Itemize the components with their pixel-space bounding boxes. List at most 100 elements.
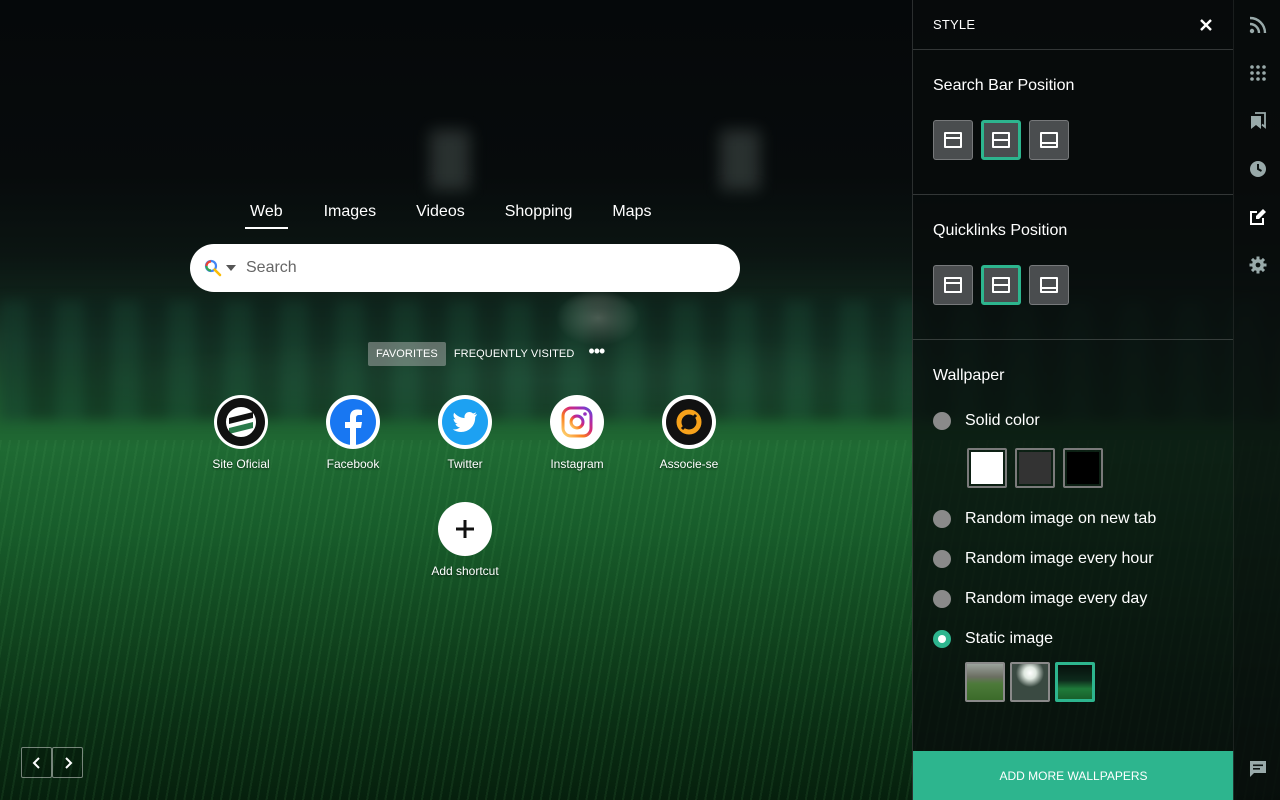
- tab-web[interactable]: Web: [245, 200, 288, 229]
- quicklink-label: Site Oficial: [212, 457, 270, 471]
- layout-bottom-icon: [1040, 277, 1058, 293]
- layout-middle-icon: [992, 277, 1010, 293]
- style-edit-icon[interactable]: [1248, 207, 1268, 227]
- swatch-fill: [971, 452, 1003, 484]
- search-position-bottom-button[interactable]: [1029, 120, 1069, 160]
- add-more-wallpapers-button[interactable]: ADD MORE WALLPAPERS: [913, 751, 1234, 800]
- wallpaper-thumbnail-stadium-lights[interactable]: [1010, 662, 1050, 702]
- right-sidebar-rail: [1233, 0, 1280, 800]
- history-clock-icon[interactable]: [1248, 159, 1268, 179]
- search-bar: [190, 244, 740, 292]
- next-wallpaper-button[interactable]: [52, 747, 83, 778]
- feedback-glyph: [1250, 761, 1266, 777]
- chevron-left-icon: [32, 756, 40, 769]
- search-position-top-button[interactable]: [933, 120, 973, 160]
- radio-label: Random image on new tab: [965, 510, 1157, 527]
- position-options: [933, 240, 1213, 339]
- position-options: [933, 95, 1213, 194]
- radio-label: Static image: [965, 630, 1054, 647]
- bookmark-glyph: [1251, 112, 1266, 129]
- close-icon[interactable]: [1199, 18, 1213, 32]
- more-dots-icon[interactable]: •••: [588, 342, 605, 362]
- quicklinks-position-top-button[interactable]: [933, 265, 973, 305]
- section-title: Quicklinks Position: [933, 222, 1068, 239]
- wallpaper-thumbnails: [933, 659, 1213, 702]
- quicklink-circle: [550, 395, 604, 449]
- color-swatch-dark-gray[interactable]: [1015, 448, 1055, 488]
- radio-static-image[interactable]: Static image: [933, 619, 1213, 659]
- swatch-fill: [1019, 452, 1051, 484]
- bookmark-icon[interactable]: [1248, 111, 1268, 131]
- section-title: Search Bar Position: [933, 77, 1075, 94]
- radio-random-new-tab[interactable]: Random image on new tab: [933, 499, 1213, 539]
- quicklinks-position-middle-button[interactable]: [981, 265, 1021, 305]
- tab-shopping[interactable]: Shopping: [505, 200, 573, 229]
- apps-grid-icon[interactable]: [1248, 63, 1268, 83]
- edit-glyph: [1250, 209, 1266, 225]
- quicklink-circle: [662, 395, 716, 449]
- tab-videos[interactable]: Videos: [416, 200, 465, 229]
- rss-icon-glyph: [1249, 16, 1267, 34]
- layout-bottom-icon: [1040, 132, 1058, 148]
- gear-glyph: [1249, 256, 1267, 274]
- clock-glyph: [1250, 161, 1266, 177]
- radio-button: [933, 590, 951, 608]
- layout-top-icon: [944, 277, 962, 293]
- color-swatch-black[interactable]: [1063, 448, 1103, 488]
- add-shortcut-label: Add shortcut: [431, 564, 499, 578]
- tab-maps[interactable]: Maps: [612, 200, 651, 229]
- radio-label: Random image every day: [965, 590, 1148, 607]
- quicklink-circle: [438, 395, 492, 449]
- floodlight: [720, 130, 760, 190]
- layout-top-icon: [944, 132, 962, 148]
- quicklink-site-oficial[interactable]: Site Oficial: [191, 395, 291, 471]
- feedback-icon[interactable]: [1248, 759, 1268, 779]
- apps-grid-glyph: [1250, 65, 1266, 81]
- radio-button-checked: [933, 630, 951, 648]
- quicklink-label: Facebook: [326, 457, 380, 471]
- layout-middle-icon: [992, 132, 1010, 148]
- rss-icon[interactable]: [1248, 15, 1268, 35]
- search-engine-selector[interactable]: [204, 259, 236, 277]
- search-type-tabs: Web Images Videos Shopping Maps: [245, 200, 691, 229]
- color-swatch-white[interactable]: [967, 448, 1007, 488]
- previous-wallpaper-button[interactable]: [21, 747, 52, 778]
- settings-gear-icon[interactable]: [1248, 255, 1268, 275]
- quicklink-label: Associe-se: [659, 457, 719, 471]
- twitter-icon: [442, 399, 488, 445]
- radio-label: Solid color: [965, 412, 1040, 429]
- style-panel: STYLE Search Bar Position Quicklinks Pos…: [912, 0, 1234, 800]
- search-input[interactable]: [246, 259, 706, 277]
- quicklinks-tabs: FAVORITES FREQUENTLY VISITED •••: [368, 342, 605, 366]
- quicklink-circle: [214, 395, 268, 449]
- quicklink-label: Instagram: [550, 457, 604, 471]
- wallpaper-thumbnail-stadium-night[interactable]: [1055, 662, 1095, 702]
- wallpaper-section: Wallpaper Solid color Random image on ne…: [913, 340, 1233, 702]
- quicklinks-position-section: Quicklinks Position: [913, 195, 1233, 340]
- quicklink-facebook[interactable]: Facebook: [303, 395, 403, 471]
- thumbnail-image: [1058, 665, 1092, 699]
- panel-title: STYLE: [933, 17, 976, 32]
- quicklinks-position-bottom-button[interactable]: [1029, 265, 1069, 305]
- radio-solid-color[interactable]: Solid color: [933, 401, 1213, 441]
- quicklink-instagram[interactable]: Instagram: [527, 395, 627, 471]
- add-shortcut-button[interactable]: Add shortcut: [415, 502, 515, 578]
- radio-random-every-hour[interactable]: Random image every hour: [933, 539, 1213, 579]
- floodlight: [430, 130, 470, 190]
- radio-button: [933, 510, 951, 528]
- search-bar-position-section: Search Bar Position: [913, 50, 1233, 195]
- radio-button: [933, 550, 951, 568]
- chevron-down-icon: [226, 265, 236, 271]
- radio-random-every-day[interactable]: Random image every day: [933, 579, 1213, 619]
- quicklink-circle: [438, 502, 492, 556]
- associe-se-icon: [666, 399, 712, 445]
- search-position-middle-button[interactable]: [981, 120, 1021, 160]
- tab-favorites[interactable]: FAVORITES: [368, 342, 446, 366]
- quicklink-twitter[interactable]: Twitter: [415, 395, 515, 471]
- quicklink-label: Twitter: [447, 457, 483, 471]
- plus-icon: [456, 520, 474, 538]
- quicklink-associe-se[interactable]: Associe-se: [639, 395, 739, 471]
- wallpaper-thumbnail-stadium-day[interactable]: [965, 662, 1005, 702]
- tab-images[interactable]: Images: [324, 200, 376, 229]
- tab-frequently-visited[interactable]: FREQUENTLY VISITED: [446, 342, 583, 366]
